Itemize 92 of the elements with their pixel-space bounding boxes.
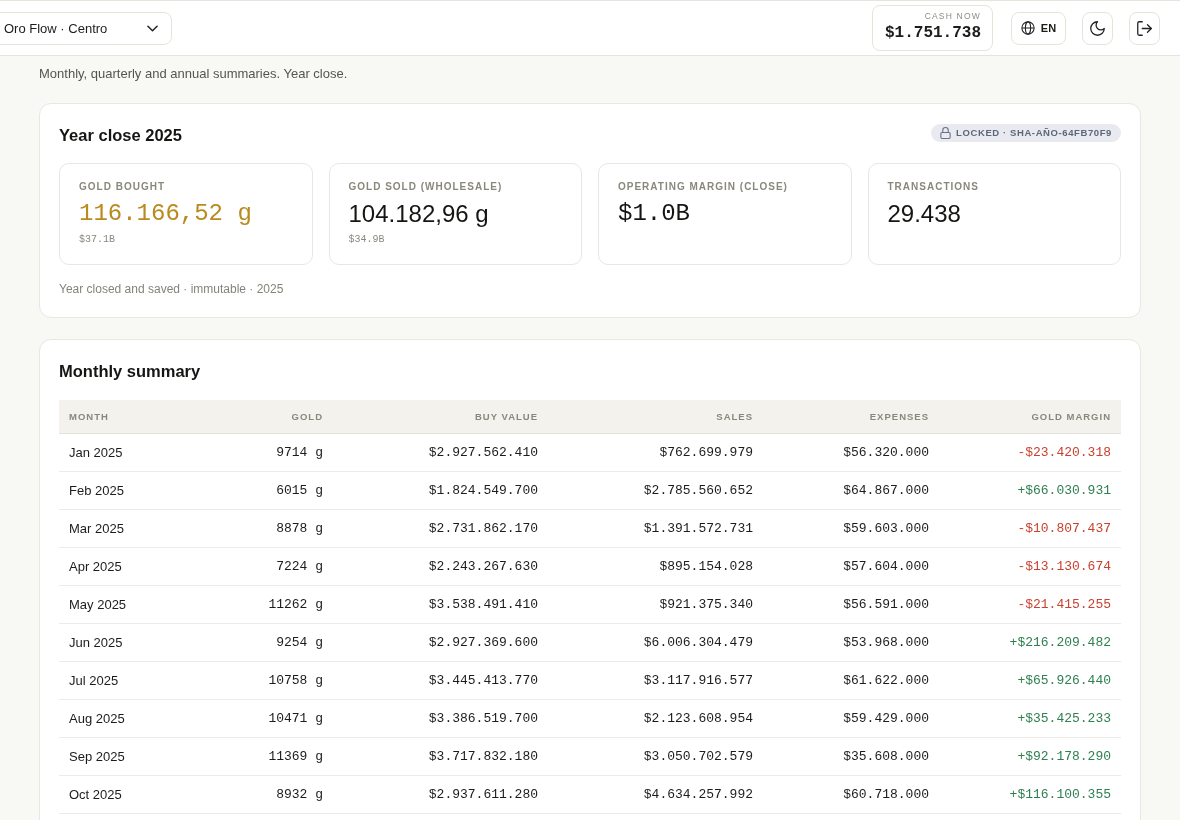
- table-cell: 10471 g: [189, 699, 333, 738]
- theme-toggle-button[interactable]: [1082, 11, 1113, 45]
- kpi-value: 29.438: [887, 199, 961, 229]
- cash-label: CASH NOW: [924, 11, 981, 22]
- table-cell: $3.386.519.700: [333, 699, 548, 738]
- close-note: Year closed and saved · immutable · 2025: [59, 282, 285, 297]
- table-cell: $2.785.560.652: [548, 471, 763, 510]
- table-cell: $59.603.000: [763, 509, 939, 548]
- table-cell: $2.927.369.600: [333, 623, 548, 662]
- chevron-down-icon: [147, 24, 158, 32]
- table-cell: $2.731.862.170: [333, 509, 548, 548]
- margin-cell: +$65.926.440: [939, 661, 1121, 700]
- cash-value: $1.751.738: [885, 23, 981, 44]
- table-cell: $3.117.916.577: [548, 661, 763, 700]
- table-cell: $3.050.702.579: [548, 737, 763, 776]
- margin-cell: +$216.209.482: [939, 623, 1121, 662]
- margin-cell: +$116.100.355: [939, 775, 1121, 814]
- month-cell: Apr 2025: [59, 547, 189, 586]
- month-cell: Sep 2025: [59, 737, 189, 776]
- table-cell: $57.604.000: [763, 547, 939, 586]
- table-cell: $921.375.340: [548, 585, 763, 624]
- table-cell: $60.718.000: [763, 775, 939, 814]
- card-title: Year close 2025: [59, 125, 182, 146]
- table-cell: $2.927.562.410: [333, 433, 548, 472]
- kpi-value: 116.166,52 g: [79, 199, 252, 229]
- column-header: GOLD: [189, 400, 333, 434]
- margin-cell: +$92.178.290: [939, 737, 1121, 776]
- table-cell: $2.243.267.630: [333, 547, 548, 586]
- lock-status-text: LOCKED · SHA-AÑO-64FB70F9: [956, 127, 1112, 139]
- month-cell: Jul 2025: [59, 661, 189, 700]
- month-cell: Jun 2025: [59, 623, 189, 662]
- page-subtitle: Monthly, quarterly and annual summaries. Year close.: [39, 66, 349, 82]
- table-cell: $1.824.549.700: [333, 471, 548, 510]
- table-cell: $53.968.000: [763, 623, 939, 662]
- column-header: EXPENSES: [763, 400, 939, 434]
- margin-cell: -$23.420.318: [939, 433, 1121, 472]
- logout-icon: [1137, 20, 1152, 36]
- table-cell: 9714 g: [189, 433, 333, 472]
- table-cell: 7224 g: [189, 547, 333, 586]
- lock-icon: [940, 127, 952, 139]
- month-cell: Aug 2025: [59, 699, 189, 738]
- column-header: GOLD MARGIN: [939, 400, 1121, 434]
- kpi-label: TRANSACTIONS: [887, 181, 979, 193]
- margin-cell: +$35.425.233: [939, 699, 1121, 738]
- table-cell: 10758 g: [189, 661, 333, 700]
- workspace-selector[interactable]: Oro Flow · Centro: [0, 11, 172, 45]
- logout-button[interactable]: [1129, 11, 1160, 45]
- language-button[interactable]: EN: [1011, 11, 1066, 45]
- card-title: Monthly summary: [59, 361, 202, 382]
- table-cell: 6015 g: [189, 471, 333, 510]
- table-cell: $35.608.000: [763, 737, 939, 776]
- kpi-subvalue: $37.1B: [79, 233, 115, 246]
- kpi-value: 104.182,96 g: [348, 199, 489, 229]
- table-cell: $2.937.611.280: [333, 775, 548, 814]
- table-cell: $2.123.608.954: [548, 699, 763, 738]
- table-cell: $762.699.979: [548, 433, 763, 472]
- month-cell: Mar 2025: [59, 509, 189, 548]
- table-cell: 11262 g: [189, 585, 333, 624]
- table-cell: 11369 g: [189, 737, 333, 776]
- margin-cell: -$13.130.674: [939, 547, 1121, 586]
- table-cell: $3.717.832.180: [333, 737, 548, 776]
- moon-icon: [1090, 20, 1105, 36]
- table-cell: $61.622.000: [763, 661, 939, 700]
- globe-icon: [1020, 21, 1035, 35]
- month-cell: Oct 2025: [59, 775, 189, 814]
- month-cell: May 2025: [59, 585, 189, 624]
- column-header: BUY VALUE: [333, 400, 548, 434]
- table-cell: $59.429.000: [763, 699, 939, 738]
- column-header: MONTH: [59, 400, 189, 434]
- month-cell: Feb 2025: [59, 471, 189, 510]
- table-cell: $56.591.000: [763, 585, 939, 624]
- margin-cell: +$66.030.931: [939, 471, 1121, 510]
- kpi-label: GOLD BOUGHT: [79, 181, 165, 193]
- table-cell: $3.445.413.770: [333, 661, 548, 700]
- margin-cell: -$21.415.255: [939, 585, 1121, 624]
- margin-cell: -$10.807.437: [939, 509, 1121, 548]
- kpi-subvalue: $34.9B: [348, 233, 385, 246]
- month-cell: Jan 2025: [59, 433, 189, 472]
- table-cell: $56.320.000: [763, 433, 939, 472]
- table-cell: $64.867.000: [763, 471, 939, 510]
- table-cell: $1.391.572.731: [548, 509, 763, 548]
- table-cell: $4.634.257.992: [548, 775, 763, 814]
- table-cell: 8932 g: [189, 775, 333, 814]
- kpi-label: GOLD SOLD (WHOLESALE): [348, 181, 503, 193]
- table-cell: 8878 g: [189, 509, 333, 548]
- column-header: SALES: [548, 400, 763, 434]
- table-cell: 9254 g: [189, 623, 333, 662]
- table-cell: $3.538.491.410: [333, 585, 548, 624]
- table-cell: $6.006.304.479: [548, 623, 763, 662]
- kpi-label: OPERATING MARGIN (CLOSE): [618, 181, 788, 193]
- kpi-value: $1.0B: [618, 199, 690, 229]
- table-cell: $895.154.028: [548, 547, 763, 586]
